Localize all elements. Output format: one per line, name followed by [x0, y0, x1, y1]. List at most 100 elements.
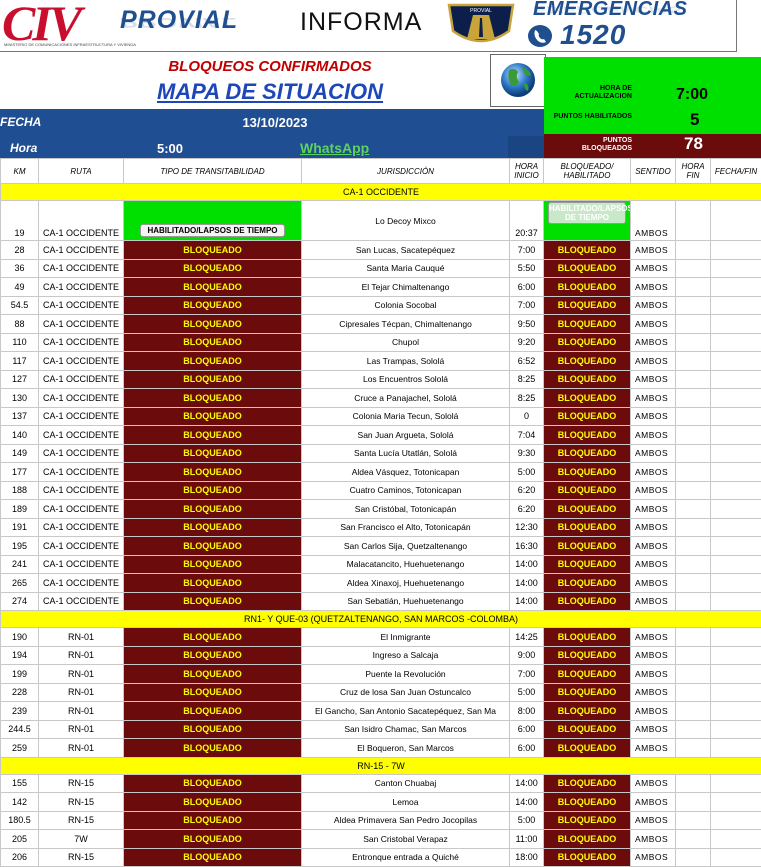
estado-cell: BLOQUEADO [544, 574, 631, 593]
table-row[interactable]: 88CA-1 OCCIDENTEBLOQUEADOCipresales Técp… [1, 315, 761, 334]
col-hora-fin[interactable]: HORA FIN [676, 159, 711, 184]
col-jurisdiccion[interactable]: JURISDICCIÓN [302, 159, 510, 184]
sentido-cell: AMBOS [631, 646, 676, 665]
sentido-cell: AMBOS [631, 407, 676, 426]
table-row[interactable]: 149CA-1 OCCIDENTEBLOQUEADOSanta Lucía Ut… [1, 444, 761, 463]
emergencias-reflection: EMERGENCIAS [533, 4, 682, 16]
col-estado[interactable]: BLOQUEADO/ HABILITADO [544, 159, 631, 184]
globe-icon[interactable] [490, 54, 546, 107]
hora-fin-cell [676, 201, 711, 241]
table-row[interactable]: 228RN-01BLOQUEADOCruz de losa San Juan O… [1, 683, 761, 702]
jurisdiccion-cell: San Cristobal Verapaz [302, 830, 510, 849]
jurisdiccion-cell: Aldea Primavera San Pedro Jocopilas [302, 811, 510, 830]
col-hora-inicio[interactable]: HORA INICIO [510, 159, 544, 184]
km-cell: 195 [1, 537, 39, 556]
fecha-fin-cell [711, 296, 761, 315]
estado-cell: BLOQUEADO [544, 444, 631, 463]
hora-inicio-cell: 9:20 [510, 333, 544, 352]
sentido-cell: AMBOS [631, 720, 676, 739]
table-row[interactable]: 36CA-1 OCCIDENTEBLOQUEADOSanta Maria Cau… [1, 259, 761, 278]
tipo-cell: BLOQUEADO [124, 463, 302, 482]
table-row[interactable]: 244.5RN-01BLOQUEADOSan Isidro Chamac, Sa… [1, 720, 761, 739]
fecha-label: FECHA [0, 115, 41, 129]
jurisdiccion-cell: San Juan Argueta, Sololá [302, 426, 510, 445]
km-cell: 199 [1, 665, 39, 684]
sentido-cell: AMBOS [631, 574, 676, 593]
table-row[interactable]: 177CA-1 OCCIDENTEBLOQUEADOAldea Vásquez,… [1, 463, 761, 482]
hora-inicio-cell: 6:00 [510, 720, 544, 739]
table-row[interactable]: 142RN-15BLOQUEADOLemoa14:00BLOQUEADOAMBO… [1, 793, 761, 812]
estado-cell: BLOQUEADO [544, 720, 631, 739]
tipo-cell: BLOQUEADO [124, 720, 302, 739]
jurisdiccion-cell: San Isidro Chamac, San Marcos [302, 720, 510, 739]
jurisdiccion-cell: Colonia Socobal [302, 296, 510, 315]
hora-inicio-cell: 5:00 [510, 463, 544, 482]
jurisdiccion-cell: Cuatro Caminos, Totonicapan [302, 481, 510, 500]
fecha-fin-cell [711, 389, 761, 408]
hora-inicio-cell: 18:00 [510, 848, 544, 867]
table-row[interactable]: 19CA-1 OCCIDENTEHABILITADO/LAPSOS DE TIE… [1, 201, 761, 241]
table-row[interactable]: 28CA-1 OCCIDENTEBLOQUEADOSan Lucas, Saca… [1, 241, 761, 260]
table-row[interactable]: 206RN-15BLOQUEADOEntronque entrada a Qui… [1, 848, 761, 867]
km-cell: 191 [1, 518, 39, 537]
ruta-cell: RN-01 [39, 683, 124, 702]
table-row[interactable]: 239RN-01BLOQUEADOEl Gancho, San Antonio … [1, 702, 761, 721]
tipo-cell: BLOQUEADO [124, 739, 302, 758]
estado-cell: BLOQUEADO [544, 333, 631, 352]
sentido-cell: AMBOS [631, 500, 676, 519]
hora-inicio-cell: 5:00 [510, 683, 544, 702]
estado-cell: BLOQUEADO [544, 389, 631, 408]
col-km[interactable]: KM [1, 159, 39, 184]
table-row[interactable]: 54.5CA-1 OCCIDENTEBLOQUEADOColonia Socob… [1, 296, 761, 315]
table-row[interactable]: 191CA-1 OCCIDENTEBLOQUEADOSan Francisco … [1, 518, 761, 537]
col-sentido[interactable]: SENTIDO [631, 159, 676, 184]
estado-cell: BLOQUEADO [544, 296, 631, 315]
table-row[interactable]: 241CA-1 OCCIDENTEBLOQUEADOMalacatancito,… [1, 555, 761, 574]
tipo-cell: BLOQUEADO [124, 315, 302, 334]
section-title: RN1- Y QUE-03 (QUETZALTENANGO, SAN MARCO… [1, 611, 761, 628]
fecha-fin-cell [711, 592, 761, 611]
table-row[interactable]: 137CA-1 OCCIDENTEBLOQUEADOColonia Maria … [1, 407, 761, 426]
jurisdiccion-cell: Ingreso a Salcaja [302, 646, 510, 665]
sentido-cell: AMBOS [631, 389, 676, 408]
table-row[interactable]: 194RN-01BLOQUEADOIngreso a Salcaja9:00BL… [1, 646, 761, 665]
col-tipo[interactable]: TIPO DE TRANSITABILIDAD [124, 159, 302, 184]
hora-fin-cell [676, 481, 711, 500]
table-row[interactable]: 274CA-1 OCCIDENTEBLOQUEADOSan Sebatián, … [1, 592, 761, 611]
table-row[interactable]: 117CA-1 OCCIDENTEBLOQUEADOLas Trampas, S… [1, 352, 761, 371]
ruta-cell: CA-1 OCCIDENTE [39, 201, 124, 241]
ruta-cell: RN-15 [39, 811, 124, 830]
tipo-cell: HABILITADO/LAPSOS DE TIEMPO [124, 201, 302, 241]
table-row[interactable]: 265CA-1 OCCIDENTEBLOQUEADOAldea Xinaxoj,… [1, 574, 761, 593]
table-row[interactable]: 259RN-01BLOQUEADOEl Boqueron, San Marcos… [1, 739, 761, 758]
tipo-pill: HABILITADO/LAPSOS DE TIEMPO [140, 224, 284, 237]
table-row[interactable]: 140CA-1 OCCIDENTEBLOQUEADOSan Juan Argue… [1, 426, 761, 445]
table-row[interactable]: 189CA-1 OCCIDENTEBLOQUEADOSan Cristóbal,… [1, 500, 761, 519]
col-fecha-fin[interactable]: FECHA/FIN [711, 159, 761, 184]
table-row[interactable]: 2057WBLOQUEADOSan Cristobal Verapaz11:00… [1, 830, 761, 849]
bloqueos-table: KM RUTA TIPO DE TRANSITABILIDAD JURISDIC… [0, 158, 761, 867]
sentido-cell: AMBOS [631, 830, 676, 849]
table-row[interactable]: 110CA-1 OCCIDENTEBLOQUEADOChupol9:20BLOQ… [1, 333, 761, 352]
hora-fin-cell [676, 811, 711, 830]
hora-fin-cell [676, 333, 711, 352]
table-row[interactable]: 127CA-1 OCCIDENTEBLOQUEADOLos Encuentros… [1, 370, 761, 389]
sentido-cell: AMBOS [631, 426, 676, 445]
tipo-cell: BLOQUEADO [124, 793, 302, 812]
table-row[interactable]: 190RN-01BLOQUEADOEl Inmigrante14:25BLOQU… [1, 628, 761, 647]
ruta-cell: CA-1 OCCIDENTE [39, 537, 124, 556]
col-ruta[interactable]: RUTA [39, 159, 124, 184]
table-row[interactable]: 49CA-1 OCCIDENTEBLOQUEADOEl Tejar Chimal… [1, 278, 761, 297]
table-row[interactable]: 188CA-1 OCCIDENTEBLOQUEADOCuatro Caminos… [1, 481, 761, 500]
table-row[interactable]: 130CA-1 OCCIDENTEBLOQUEADOCruce a Panaja… [1, 389, 761, 408]
table-row[interactable]: 180.5RN-15BLOQUEADOAldea Primavera San P… [1, 811, 761, 830]
table-row[interactable]: 199RN-01BLOQUEADOPuente la Revolución7:0… [1, 665, 761, 684]
table-row[interactable]: 155RN-15BLOQUEADOCanton Chuabaj14:00BLOQ… [1, 774, 761, 793]
whatsapp-link[interactable]: WhatsApp [300, 140, 369, 156]
hora-fin-cell [676, 628, 711, 647]
km-cell: 259 [1, 739, 39, 758]
fecha-fin-cell [711, 352, 761, 371]
table-row[interactable]: 195CA-1 OCCIDENTEBLOQUEADOSan Carlos Sij… [1, 537, 761, 556]
tipo-cell: BLOQUEADO [124, 278, 302, 297]
section-row: CA-1 OCCIDENTE [1, 184, 761, 201]
